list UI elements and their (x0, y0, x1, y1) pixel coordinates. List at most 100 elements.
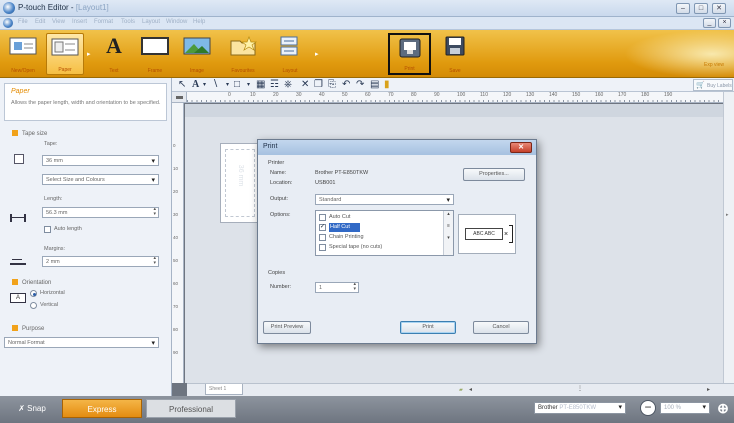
image-button[interactable]: Image (178, 33, 216, 75)
save-button[interactable]: Save (436, 33, 474, 75)
align-icon[interactable]: ⎈ (284, 79, 292, 91)
auto-cut-checkbox[interactable] (319, 214, 326, 221)
h-ruler-mark: 120 (503, 92, 512, 98)
h-ruler-mark: 70 (388, 92, 394, 98)
zoom-in-button[interactable]: ⊕ (715, 400, 731, 416)
output-select[interactable]: Standard (315, 194, 454, 205)
print-dialog-close-button[interactable]: ✕ (510, 142, 532, 153)
vertical-scrollbar[interactable]: ▸ (723, 92, 734, 383)
h-ruler-mark: 10 (250, 92, 256, 98)
menu-tools[interactable]: Tools (121, 19, 135, 25)
snap-mode-button[interactable]: ✗ Snap (4, 399, 60, 418)
copies-number-input[interactable]: 1 (315, 282, 359, 293)
horizontal-radio[interactable] (30, 290, 37, 297)
paper-button[interactable]: Paper (46, 33, 84, 75)
select-size-colours-dropdown[interactable]: Select Size and Colours (42, 174, 159, 185)
horizontal-scrollbar[interactable]: ▰ ◂ ⋮ ▸ (187, 383, 734, 396)
v-ruler-mark: 0 (173, 143, 176, 148)
option-chain-printing[interactable]: Chain Printing (318, 233, 442, 242)
menu-edit[interactable]: Edit (35, 19, 45, 25)
edit-toolbar: ↖ A ▾ ∖ ▾ □ ▾ ▦ ☶ ⎈ ✕ ❐ ⎘ ↶ ↷ ▤ ▮ 🛒 Buy … (172, 78, 734, 92)
minimize-button[interactable]: – (676, 3, 690, 14)
zoom-select[interactable]: 100 % ▾ (660, 402, 710, 414)
h-ruler-mark: 30 (296, 92, 302, 98)
menu-layout[interactable]: Layout (142, 19, 160, 25)
h-ruler-mark: 170 (618, 92, 627, 98)
buy-labels-button[interactable]: 🛒 Buy Labels (693, 79, 733, 91)
print-confirm-button[interactable]: Print (400, 321, 456, 334)
frame-button[interactable]: Frame (136, 33, 174, 75)
option-half-cut[interactable]: ✓ Half Cut (318, 223, 442, 232)
cut-preview: ABC ABC × (458, 214, 516, 254)
margins-input[interactable]: 2 mm (42, 256, 159, 267)
chain-printing-checkbox[interactable] (319, 234, 326, 241)
orientation-icon: A (10, 293, 26, 303)
print-preview-button[interactable]: Print Preview (263, 321, 311, 334)
purpose-select[interactable]: Normal Format (4, 337, 159, 348)
v-ruler-mark: 60 (173, 281, 179, 286)
print-dialog-titlebar: Print ✕ (258, 140, 536, 155)
redo-icon[interactable]: ↷ (356, 79, 364, 91)
zoom-out-button[interactable]: − (640, 400, 656, 416)
window-title: P-touch Editor - [Layout1] (18, 3, 109, 12)
properties-button[interactable]: Properties... (463, 168, 525, 181)
menu-format[interactable]: Format (94, 19, 113, 25)
menu-window[interactable]: Window (166, 19, 187, 25)
half-cut-checkbox[interactable]: ✓ (319, 224, 326, 231)
list-icon[interactable]: ▤ (370, 79, 379, 91)
app-menu-icon[interactable] (3, 18, 13, 28)
options-scrollbar[interactable]: ▴ ≡ ▾ (443, 211, 453, 255)
v-ruler-mark: 40 (173, 235, 179, 240)
layout-button[interactable]: Layout (270, 33, 310, 75)
mdi-close-button[interactable]: × (718, 18, 731, 28)
length-input[interactable]: 56.3 mm (42, 207, 159, 218)
ruler-corner (172, 92, 187, 103)
auto-length-checkbox[interactable] (44, 226, 51, 233)
menu-view[interactable]: View (52, 19, 65, 25)
text-tool-dropdown-icon[interactable]: ▾ (203, 79, 206, 91)
buy-labels-label: Buy Labels (707, 83, 732, 89)
menu-insert[interactable]: Insert (72, 19, 87, 25)
vertical-label: Vertical (40, 302, 59, 308)
close-button[interactable]: ✕ (712, 3, 726, 14)
option-auto-cut[interactable]: Auto Cut (318, 213, 442, 222)
tape-select[interactable]: 36 mm (42, 155, 159, 166)
line-tool-icon[interactable]: ∖ (212, 79, 218, 91)
printer-name-value: Brother PT-E850TKW (315, 170, 369, 176)
undo-icon[interactable]: ↶ (342, 79, 350, 91)
length-label: Length: (44, 196, 63, 202)
mdi-minimize-button[interactable]: _ (703, 18, 716, 28)
line-tool-dropdown-icon[interactable]: ▾ (226, 79, 229, 91)
print-button[interactable]: Print (388, 33, 431, 75)
express-mode-button[interactable]: Express (62, 399, 142, 418)
copy-icon[interactable]: ❐ (314, 79, 323, 91)
menu-bar: File Edit View Insert Format Tools Layou… (0, 17, 734, 30)
sheet-tab[interactable]: Sheet 1 (205, 384, 243, 395)
text-button[interactable]: A Text (96, 33, 132, 75)
paste-icon[interactable]: ⎘ (328, 79, 336, 91)
special-tape-checkbox[interactable] (319, 244, 326, 251)
new-open-button[interactable]: New/Open (4, 33, 42, 75)
barcode-icon[interactable]: ☶ (270, 79, 279, 91)
cancel-button[interactable]: Cancel (473, 321, 529, 334)
menu-file[interactable]: File (18, 19, 28, 25)
auto-length-label: Auto length (54, 226, 82, 232)
maximize-button[interactable]: □ (694, 3, 708, 14)
table-icon[interactable]: ▦ (256, 79, 265, 91)
ribbon-glow (624, 30, 734, 78)
menu-help[interactable]: Help (193, 19, 205, 25)
text-tool-icon[interactable]: A (192, 79, 199, 91)
label-paper[interactable]: 36 mm (220, 143, 260, 223)
favourites-button[interactable]: Favourites (220, 33, 266, 75)
vertical-radio[interactable] (30, 302, 37, 309)
rectangle-tool-dropdown-icon[interactable]: ▾ (247, 79, 250, 91)
select-arrow-icon[interactable]: ↖ (178, 79, 186, 91)
option-special-tape[interactable]: Special tape (no cuts) (318, 243, 442, 252)
options-list[interactable]: Auto Cut ✓ Half Cut Chain Printing Specia… (315, 210, 454, 256)
database-icon[interactable]: ▮ (384, 79, 390, 91)
cut-icon[interactable]: ✕ (301, 79, 309, 91)
professional-mode-button[interactable]: Professional (146, 399, 236, 418)
printer-select[interactable]: Brother PT-E850TKW ▾ (534, 402, 626, 414)
length-icon (10, 214, 26, 222)
rectangle-tool-icon[interactable]: □ (234, 79, 240, 91)
